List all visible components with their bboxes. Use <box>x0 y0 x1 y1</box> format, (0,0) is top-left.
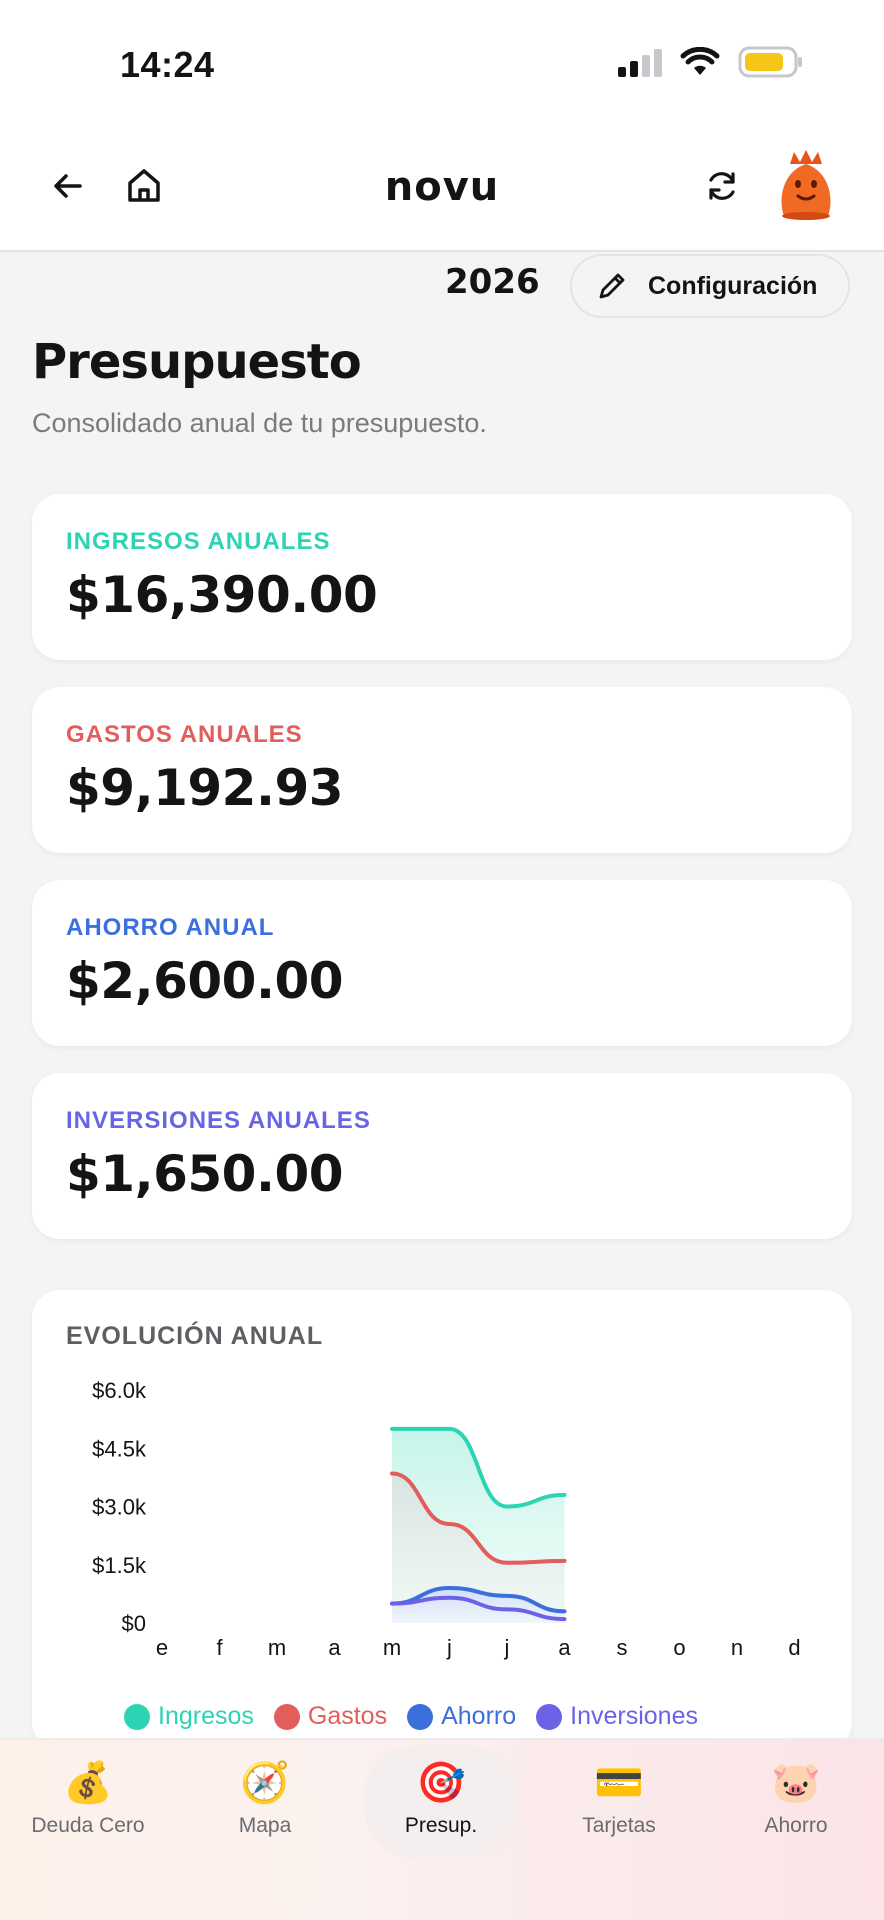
expenses-label: GASTOS ANUALES <box>66 721 303 748</box>
x-tick-label: a <box>558 1635 571 1660</box>
y-tick-label: $6.0k <box>92 1378 147 1403</box>
bottom-navigation: 💰 Deuda Cero 🧭 Mapa 🎯 Presup. 💳 Tarjetas 🐷 Ahorro <box>0 1738 884 1920</box>
target-icon: 🎯 <box>416 1761 466 1805</box>
investments-value: $1,650.00 <box>66 1145 344 1203</box>
nav-item-label: Presup. <box>404 1814 478 1837</box>
nav-item-label: Ahorro <box>764 1814 828 1837</box>
investments-card: INVERSIONES ANUALES $1,650.00 <box>32 1073 852 1239</box>
status-time: 14:24 <box>120 44 215 85</box>
compass-icon: 🧭 <box>240 1761 290 1805</box>
y-tick-label: $3.0k <box>92 1495 147 1520</box>
legend-label: Ingresos <box>158 1702 254 1730</box>
income-value: $16,390.00 <box>66 566 378 624</box>
brand-logo: novu <box>384 164 500 210</box>
battery-icon <box>738 46 802 78</box>
legend-label: Inversiones <box>570 1702 698 1730</box>
legend-dot <box>124 1703 150 1730</box>
x-tick-label: m <box>383 1635 401 1660</box>
refresh-icon <box>709 172 735 200</box>
income-label: INGRESOS ANUALES <box>66 528 331 555</box>
x-tick-label: a <box>328 1635 341 1660</box>
savings-value: $2,600.00 <box>66 952 344 1010</box>
pig-icon: 🐷 <box>771 1761 821 1805</box>
avatar-monster-icon <box>781 150 831 220</box>
page-subtitle: Consolidado anual de tu presupuesto. <box>32 408 487 438</box>
app-header: novu <box>0 128 884 252</box>
configuration-label: Configuración <box>648 271 818 300</box>
pencil-icon <box>599 273 625 299</box>
nav-item-label: Mapa <box>238 1814 292 1837</box>
legend-item: Inversiones <box>536 1702 698 1731</box>
configuration-button[interactable]: Configuración <box>570 254 850 318</box>
x-tick-label: j <box>446 1635 452 1660</box>
nav-item-tarjetas[interactable]: 💳 Tarjetas <box>531 1758 707 1838</box>
y-tick-label: $1.5k <box>92 1553 147 1578</box>
annual-evolution-card: EVOLUCIÓN ANUAL $6.0k $4.5k $3.0k $1.5k $0 e f… <box>32 1290 852 1750</box>
expenses-card: GASTOS ANUALES $9,192.93 <box>32 687 852 853</box>
income-card: INGRESOS ANUALES $16,390.00 <box>32 494 852 660</box>
avatar[interactable] <box>774 150 838 222</box>
x-tick-label: j <box>504 1635 510 1660</box>
refresh-button[interactable] <box>694 158 750 214</box>
legend-dot <box>536 1703 563 1730</box>
expenses-value: $9,192.93 <box>66 759 344 817</box>
y-tick-label: $4.5k <box>92 1436 147 1461</box>
x-tick-label: s <box>617 1635 628 1660</box>
credit-card-icon: 💳 <box>594 1761 644 1805</box>
annual-evolution-chart: $6.0k $4.5k $3.0k $1.5k $0 e f m a m j j a s o n d <box>92 1378 800 1660</box>
chart-legend: Ingresos Gastos Ahorro Inversiones <box>124 1702 698 1731</box>
legend-item: Ingresos <box>124 1702 254 1731</box>
year-selector[interactable]: 2026 <box>445 262 540 302</box>
status-icons <box>618 46 804 78</box>
nav-item-label: Deuda Cero <box>31 1814 145 1837</box>
x-tick-label: e <box>156 1635 168 1660</box>
y-tick-label: $0 <box>122 1611 146 1636</box>
savings-card: AHORRO ANUAL $2,600.00 <box>32 880 852 1046</box>
legend-label: Ahorro <box>441 1702 517 1730</box>
cellular-signal-icon <box>618 47 662 77</box>
status-bar: 14:24 <box>0 0 884 128</box>
legend-dot <box>273 1703 300 1730</box>
x-tick-label: f <box>216 1635 223 1660</box>
nav-item-label: Tarjetas <box>582 1814 656 1837</box>
nav-item-ahorro[interactable]: 🐷 Ahorro <box>708 1758 884 1838</box>
x-tick-label: n <box>731 1635 743 1660</box>
legend-item: Gastos <box>273 1702 388 1731</box>
nav-item-deuda-cero[interactable]: 💰 Deuda Cero <box>0 1758 176 1838</box>
savings-label: AHORRO ANUAL <box>66 914 275 941</box>
legend-label: Gastos <box>307 1702 388 1730</box>
x-tick-label: o <box>673 1635 685 1660</box>
legend-dot <box>407 1703 434 1730</box>
x-tick-label: d <box>788 1635 800 1660</box>
legend-item: Ahorro <box>407 1702 516 1731</box>
wifi-icon <box>680 47 720 75</box>
investments-label: INVERSIONES ANUALES <box>66 1107 371 1134</box>
page-title: Presupuesto <box>32 334 362 390</box>
money-bag-icon: 💰 <box>63 1761 113 1805</box>
nav-item-mapa[interactable]: 🧭 Mapa <box>177 1758 353 1838</box>
nav-item-presup[interactable]: 🎯 Presup. <box>364 1746 518 1858</box>
x-tick-label: m <box>268 1635 286 1660</box>
